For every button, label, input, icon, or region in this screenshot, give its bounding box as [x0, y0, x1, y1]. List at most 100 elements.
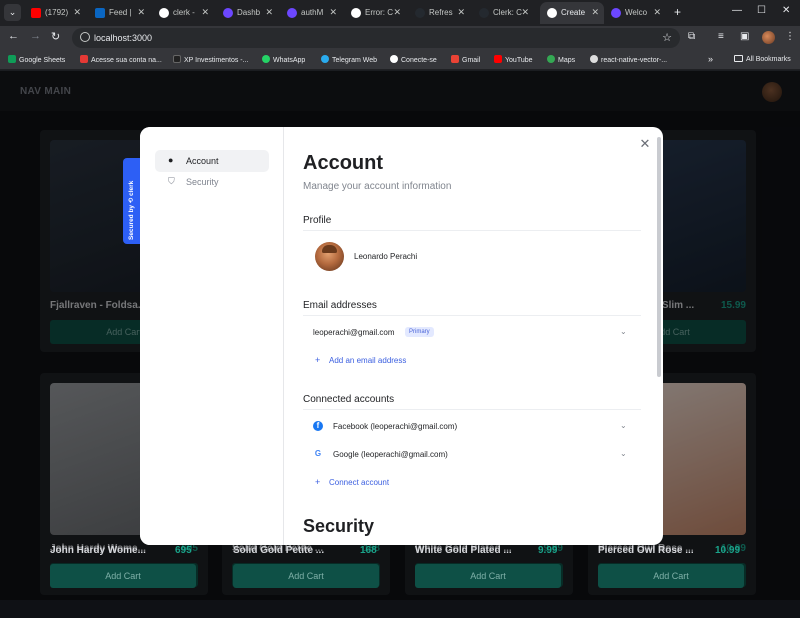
- all-bookmarks[interactable]: All Bookmarks: [734, 55, 791, 63]
- site-info-icon[interactable]: [80, 32, 90, 42]
- add-cart-button[interactable]: Add Cart: [598, 564, 744, 588]
- avatar[interactable]: [315, 242, 344, 271]
- modal-scrollbar[interactable]: [657, 137, 661, 377]
- bookmark-conecte[interactable]: Conecte-se: [390, 55, 437, 64]
- tab-search-icon[interactable]: ⌄: [4, 4, 21, 21]
- product-title: Solid Gold Petite ...: [233, 545, 325, 556]
- clerk-icon: [611, 8, 621, 18]
- back-icon[interactable]: ←: [8, 30, 19, 42]
- sheets-icon: [8, 55, 16, 63]
- section-heading-email: Email addresses: [303, 300, 377, 311]
- facebook-account[interactable]: Facebook (leoperachi@gmail.com): [333, 422, 457, 431]
- telegram-icon: [321, 55, 329, 63]
- user-icon: ●: [168, 155, 174, 165]
- close-tab-icon[interactable]: ✕: [653, 7, 661, 18]
- address-bar[interactable]: localhost:3000 ☆: [72, 28, 680, 48]
- more-bookmarks-icon[interactable]: »: [708, 54, 713, 64]
- close-tab-icon[interactable]: ✕: [329, 7, 337, 18]
- product-price: 168: [360, 545, 377, 556]
- chevron-down-icon[interactable]: ⌄: [620, 421, 627, 430]
- connect-account-button[interactable]: + Connect account: [315, 477, 389, 487]
- extensions-icon[interactable]: ⧉: [688, 31, 695, 42]
- url-text: localhost:3000: [94, 33, 153, 43]
- bookmark-telegram[interactable]: Telegram Web: [321, 55, 377, 64]
- gmail-icon: [451, 55, 459, 63]
- browser-tab[interactable]: (1792) ✕: [24, 2, 86, 24]
- bookmark-maps[interactable]: Maps: [547, 55, 575, 64]
- chevron-down-icon[interactable]: ⌄: [620, 449, 627, 458]
- bookmark-whatsapp[interactable]: WhatsApp: [262, 55, 305, 64]
- browser-tab[interactable]: Refres ✕: [408, 2, 470, 24]
- bookmark-youtube[interactable]: YouTube: [494, 55, 533, 64]
- plus-icon: +: [315, 355, 321, 365]
- nav-item-account[interactable]: ● Account: [155, 150, 269, 172]
- security-section-title: Security: [303, 516, 375, 536]
- product-price: 695: [175, 545, 192, 556]
- bank-icon: [80, 55, 88, 63]
- close-tab-icon[interactable]: ✕: [393, 7, 401, 18]
- chevron-down-icon[interactable]: ⌄: [620, 327, 627, 336]
- youtube-icon: [494, 55, 502, 63]
- modal-sidebar: ● Account ⛉ Security: [140, 127, 284, 545]
- xp-icon: [173, 55, 181, 63]
- secured-by-clerk-badge[interactable]: Secured by ⟲ clerk: [123, 158, 140, 244]
- close-tab-icon[interactable]: ✕: [201, 7, 209, 18]
- profile-avatar-icon[interactable]: [762, 31, 775, 44]
- bookmark-acesse[interactable]: Acesse sua conta na...: [80, 55, 162, 64]
- bookmark-xp[interactable]: XP Investimentos -...: [173, 55, 248, 64]
- vercel-icon: [547, 8, 557, 18]
- github-icon: [415, 8, 425, 18]
- nav-item-security[interactable]: ⛉ Security: [155, 171, 269, 193]
- side-panel-icon[interactable]: ▣: [740, 31, 749, 42]
- google-account[interactable]: Google (leoperachi@gmail.com): [333, 450, 448, 459]
- browser-tab[interactable]: Welco ✕: [604, 2, 666, 24]
- add-cart-button[interactable]: Add Cart: [415, 564, 561, 588]
- globe-icon: [390, 55, 398, 63]
- email-address[interactable]: leoperachi@gmail.com: [313, 328, 395, 337]
- browser-tab[interactable]: clerk - ✕: [152, 2, 214, 24]
- divider: [303, 409, 641, 410]
- product-title: Pierced Owl Rose ...: [598, 545, 694, 556]
- menu-icon[interactable]: ⋮: [785, 31, 795, 42]
- bookmarks-bar: Google Sheets Acesse sua conta na... XP …: [0, 50, 800, 70]
- section-heading-connected: Connected accounts: [303, 394, 395, 405]
- page-title: Account: [303, 152, 383, 174]
- close-tab-icon[interactable]: ✕: [591, 7, 599, 18]
- bookmark-google-sheets[interactable]: Google Sheets: [8, 55, 65, 64]
- browser-tab[interactable]: Dashb ✕: [216, 2, 278, 24]
- profile-name: Leonardo Perachi: [354, 252, 418, 261]
- maximize-icon[interactable]: ☐: [757, 5, 766, 16]
- page-bottom: [0, 600, 800, 618]
- bookmark-react-native[interactable]: react-native-vector-...: [590, 55, 667, 64]
- new-tab-icon[interactable]: +: [674, 5, 681, 19]
- close-tab-icon[interactable]: ✕: [137, 7, 145, 18]
- add-cart-button[interactable]: Add Cart: [233, 564, 379, 588]
- add-email-button[interactable]: + Add an email address: [315, 355, 406, 365]
- close-tab-icon[interactable]: ✕: [521, 7, 529, 18]
- reload-icon[interactable]: ↻: [51, 30, 60, 43]
- browser-tab[interactable]: Error: C ✕: [344, 2, 406, 24]
- youtube-icon: [31, 8, 41, 18]
- google-icon: [159, 8, 169, 18]
- close-tab-icon[interactable]: ✕: [457, 7, 465, 18]
- browser-tab[interactable]: authM ✕: [280, 2, 342, 24]
- forward-icon[interactable]: →: [30, 30, 41, 42]
- add-cart-button[interactable]: Add Cart: [50, 564, 196, 588]
- bookmark-star-icon[interactable]: ☆: [662, 31, 672, 44]
- product-title: John Hardy Wome...: [50, 545, 146, 556]
- close-tab-icon[interactable]: ✕: [73, 7, 81, 18]
- bookmark-gmail[interactable]: Gmail: [451, 55, 480, 64]
- modal-content: ✕ Account Manage your account informatio…: [284, 127, 663, 545]
- browser-tab[interactable]: Clerk: C ✕: [472, 2, 534, 24]
- divider: [303, 315, 641, 316]
- browser-tab[interactable]: Feed | ✕: [88, 2, 150, 24]
- close-window-icon[interactable]: ✕: [782, 5, 790, 16]
- minimize-icon[interactable]: —: [732, 5, 742, 16]
- close-tab-icon[interactable]: ✕: [265, 7, 273, 18]
- shield-icon: ⛉: [168, 176, 175, 186]
- close-icon[interactable]: ✕: [638, 137, 652, 151]
- clerk-icon: [287, 8, 297, 18]
- browser-tab-active[interactable]: Create ✕: [540, 2, 604, 24]
- media-controls-icon[interactable]: ≡: [718, 31, 724, 42]
- google-icon: [351, 8, 361, 18]
